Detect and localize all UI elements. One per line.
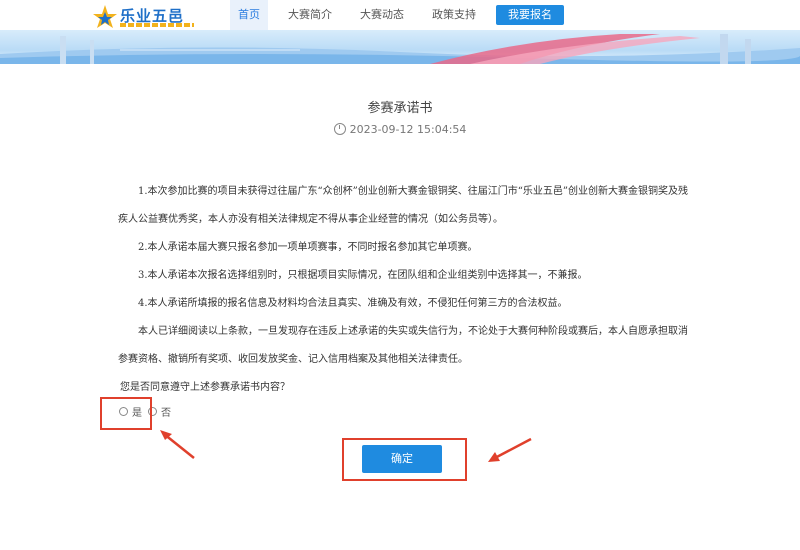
page-title: 参赛承诺书 (367, 101, 433, 116)
date-text: 2023-09-12 15:04:54 (349, 123, 467, 136)
paragraph: 4.本人承诺所填报的报名信息及材料均合法且真实、准确及有效，不侵犯任何第三方的合… (138, 298, 568, 309)
clock-icon (333, 123, 346, 135)
nav-policy[interactable]: 政策支持 (424, 0, 484, 30)
nav-news[interactable]: 大赛动态 (352, 0, 412, 30)
publish-date: 2023-09-12 15:04:54 (0, 123, 800, 136)
signup-button[interactable]: 我要报名 (496, 5, 564, 25)
arrow-icon (488, 437, 532, 462)
paragraph: 3.本人承诺本次报名选择组别时，只根据项目实际情况，在团队组和企业组类别中选择其… (138, 270, 588, 281)
site-logo[interactable]: 乐业五邑 (92, 4, 202, 30)
arrow-icon (160, 430, 195, 459)
star-logo-icon (93, 5, 117, 28)
highlight-box-yes (100, 397, 152, 430)
paragraph: 1.本次参加比赛的项目未获得过往届广东“众创杯”创业创新大赛金银铜奖、往届江门市… (118, 186, 688, 225)
option-no-label: 否 (161, 408, 171, 419)
site-header: 乐业五邑 首页 大赛简介 大赛动态 政策支持 我要报名 (0, 0, 800, 30)
nav-intro[interactable]: 大赛简介 (280, 0, 340, 30)
header-banner (0, 30, 800, 64)
commitment-text: 1.本次参加比赛的项目未获得过往届广东“众创杯”创业创新大赛金银铜奖、往届江门市… (118, 178, 693, 374)
agreement-question: 您是否同意遵守上述参赛承诺书内容？ (120, 382, 290, 393)
brand-stripe (120, 23, 194, 27)
main-nav: 首页 大赛简介 大赛动态 政策支持 我要报名 (230, 0, 564, 30)
paragraph: 本人已详细阅读以上条款，一旦发现存在违反上述承诺的失实或失信行为，不论处于大赛何… (118, 326, 688, 365)
paragraph: 2.本人承诺本届大赛只报名参加一项单项赛事，不同时报名参加其它单项赛。 (138, 242, 478, 253)
nav-home[interactable]: 首页 (230, 0, 268, 30)
confirm-button[interactable]: 确定 (362, 445, 442, 473)
